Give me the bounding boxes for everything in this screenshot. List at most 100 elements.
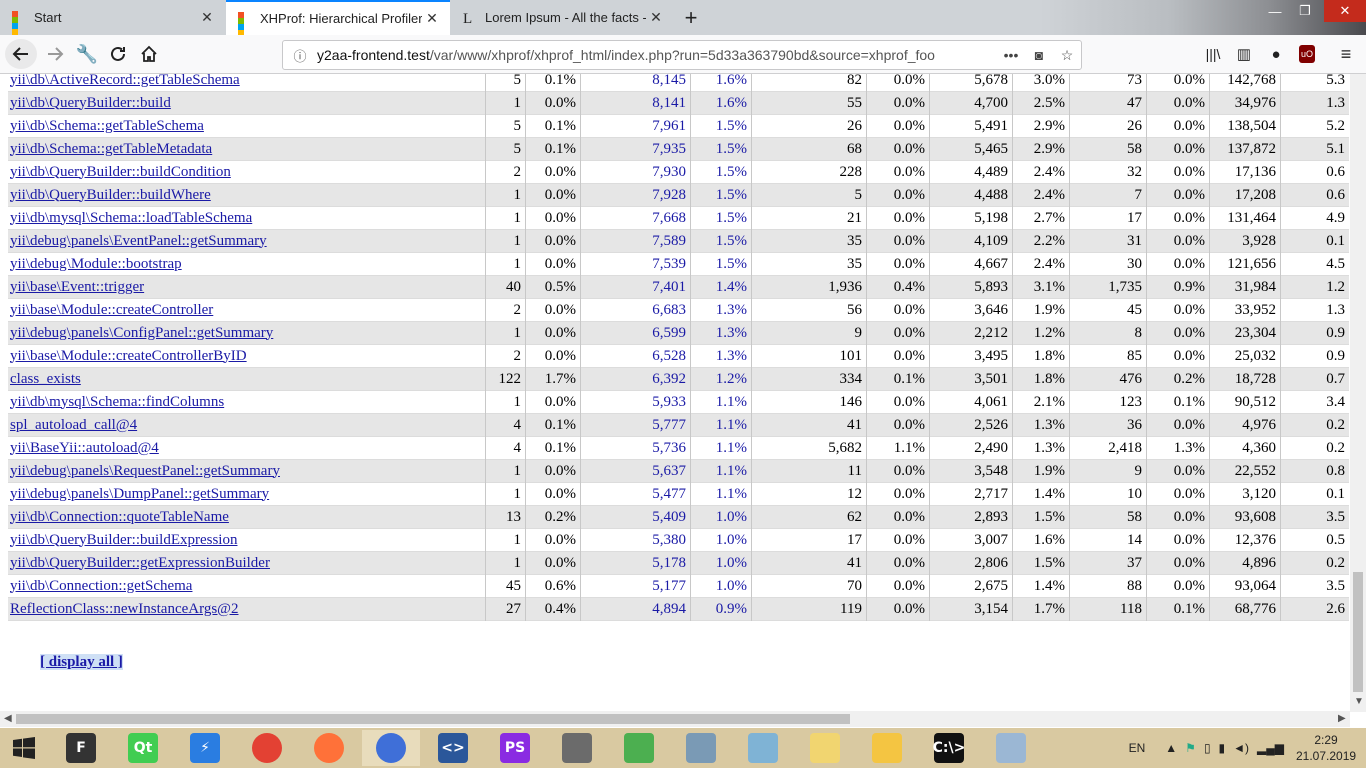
language-indicator[interactable]: EN xyxy=(1129,741,1146,755)
function-link[interactable]: yii\db\QueryBuilder::getExpressionBuilde… xyxy=(10,555,270,571)
close-tab-icon[interactable]: ✕ xyxy=(646,9,666,26)
forward-icon[interactable] xyxy=(40,39,70,69)
taskbar-app-bolt[interactable]: ⚡ xyxy=(176,730,234,766)
taskbar-app-start[interactable] xyxy=(0,730,48,766)
taskbar-app-mask[interactable] xyxy=(548,730,606,766)
clock[interactable]: 2:29 21.07.2019 xyxy=(1296,732,1356,764)
function-link[interactable]: spl_autoload_call@4 xyxy=(10,417,137,433)
taskbar-app-monitor[interactable] xyxy=(672,730,730,766)
incl-memuse-cell: 2,526 xyxy=(929,413,1013,437)
info-icon[interactable]: ⓘ xyxy=(287,46,313,65)
incl-peak-memuse-cell: 12,376 xyxy=(1209,528,1281,552)
vertical-scroll-thumb[interactable] xyxy=(1353,572,1363,692)
taskbar-app-phpstorm[interactable]: PS xyxy=(486,730,544,766)
function-link[interactable]: yii\db\Schema::getTableMetadata xyxy=(10,141,212,157)
show-hidden-icons-icon[interactable]: ▲ xyxy=(1165,741,1177,755)
excl-memuse-cell: 7 xyxy=(1069,183,1147,207)
new-tab-button[interactable]: + xyxy=(676,0,706,35)
close-tab-icon[interactable]: ✕ xyxy=(197,9,217,26)
tab-lorem-ipsum[interactable]: L Lorem Ipsum - All the facts - Li ✕ xyxy=(451,0,674,35)
function-link[interactable]: yii\debug\panels\DumpPanel::getSummary xyxy=(10,486,269,502)
taskbar-app-firefox-dev[interactable] xyxy=(362,730,420,766)
taskbar-app-sticky[interactable] xyxy=(796,730,854,766)
function-link[interactable]: yii\debug\panels\RequestPanel::getSummar… xyxy=(10,463,280,479)
maximize-icon[interactable]: ❐ xyxy=(1290,0,1320,22)
home-icon[interactable] xyxy=(134,39,164,69)
function-link[interactable]: yii\BaseYii::autoload@4 xyxy=(10,440,159,456)
excl-wall-pct-cell: 0.0% xyxy=(866,114,930,138)
display-all-link[interactable]: [ display all ] xyxy=(40,654,123,671)
excl-wall-time-cell: 68 xyxy=(751,137,867,161)
calls-pct-cell: 0.6% xyxy=(525,574,581,598)
function-link[interactable]: yii\db\QueryBuilder::buildExpression xyxy=(10,532,237,548)
function-link[interactable]: yii\db\Schema::getTableSchema xyxy=(10,118,204,134)
page-actions-icon[interactable]: ••• xyxy=(997,47,1025,63)
calls-cell: 1 xyxy=(485,459,526,483)
taskbar-app-code[interactable]: <> xyxy=(424,730,482,766)
close-window-icon[interactable]: ✕ xyxy=(1324,0,1366,22)
taskbar-app-qt[interactable]: Qt xyxy=(114,730,172,766)
excl-memuse-pct-cell: 0.0% xyxy=(1146,505,1210,529)
function-link[interactable]: yii\db\QueryBuilder::build xyxy=(10,95,171,111)
close-tab-icon[interactable]: ✕ xyxy=(422,10,442,27)
network-icon[interactable]: ▯ xyxy=(1204,741,1211,755)
taskbar-app-chrome[interactable] xyxy=(238,730,296,766)
function-link[interactable]: yii\base\Module::createControllerByID xyxy=(10,348,247,364)
reload-icon[interactable] xyxy=(103,39,133,69)
incl-wall-pct-cell: 1.0% xyxy=(690,505,752,529)
incl-peak-memuse-pct-cell: 0.2 xyxy=(1326,439,1345,456)
function-link[interactable]: yii\debug\panels\ConfigPanel::getSummary xyxy=(10,325,273,341)
scroll-down-icon[interactable]: ▼ xyxy=(1354,696,1364,707)
scroll-right-icon[interactable]: ▶ xyxy=(1338,713,1346,724)
excl-memuse-pct-cell: 0.1% xyxy=(1146,390,1210,414)
incl-wall-pct-cell: 1.3% xyxy=(690,321,752,345)
signal-icon[interactable]: ▂▄▆ xyxy=(1257,741,1284,755)
excl-wall-pct-cell: 0.0% xyxy=(866,74,930,92)
taskbar-app-notepad[interactable] xyxy=(734,730,792,766)
account-icon[interactable]: ● xyxy=(1261,39,1291,69)
function-link[interactable]: yii\db\mysql\Schema::loadTableSchema xyxy=(10,210,252,226)
pocket-icon[interactable]: ◙ xyxy=(1025,47,1053,63)
bookmark-star-icon[interactable]: ☆ xyxy=(1053,47,1081,64)
taskbar-app-firefox[interactable] xyxy=(300,730,358,766)
function-link[interactable]: yii\debug\Module::bootstrap xyxy=(10,256,182,272)
volume-icon[interactable]: ◄) xyxy=(1233,741,1249,755)
function-link[interactable]: yii\base\Module::createController xyxy=(10,302,213,318)
security-icon[interactable]: ⚑ xyxy=(1185,741,1196,755)
url-text[interactable]: y2aa-frontend.test/var/www/xhprof/xhprof… xyxy=(317,47,997,63)
sidebar-icon[interactable]: ▥ xyxy=(1229,39,1259,69)
excl-wall-pct-cell: 0.0% xyxy=(866,459,930,483)
horizontal-scrollbar[interactable]: ◀ ▶ xyxy=(0,711,1350,727)
function-link[interactable]: yii\base\Event::trigger xyxy=(10,279,144,295)
back-icon[interactable] xyxy=(5,39,37,69)
ublock-icon[interactable]: uO xyxy=(1292,39,1322,69)
function-link[interactable]: yii\db\QueryBuilder::buildWhere xyxy=(10,187,211,203)
library-icon[interactable]: |||\ xyxy=(1198,39,1228,69)
horizontal-scroll-thumb[interactable] xyxy=(16,714,850,724)
scroll-left-icon[interactable]: ◀ xyxy=(4,713,12,724)
minimize-icon[interactable]: — xyxy=(1260,0,1290,22)
tab-xhprof[interactable]: XHProf: Hierarchical Profiler Re ✕ xyxy=(226,0,450,35)
excl-wall-time-cell: 56 xyxy=(751,298,867,322)
calls-cell: 1 xyxy=(485,390,526,414)
url-bar[interactable]: ⓘ y2aa-frontend.test/var/www/xhprof/xhpr… xyxy=(282,40,1082,70)
wrench-icon[interactable]: 🔧 xyxy=(72,39,102,69)
taskbar-app-app-f[interactable]: F xyxy=(52,730,110,766)
function-link[interactable]: class_exists xyxy=(10,371,81,387)
function-link[interactable]: yii\db\mysql\Schema::findColumns xyxy=(10,394,224,410)
function-link[interactable]: ReflectionClass::newInstanceArgs@2 xyxy=(10,601,239,617)
function-link[interactable]: yii\db\Connection::getSchema xyxy=(10,578,192,594)
menu-icon[interactable]: ≡ xyxy=(1331,39,1361,69)
function-link[interactable]: yii\debug\panels\EventPanel::getSummary xyxy=(10,233,267,249)
taskbar-app-editor[interactable] xyxy=(610,730,668,766)
taskbar-app-paint[interactable] xyxy=(982,730,1040,766)
vertical-scrollbar[interactable]: ▼ xyxy=(1350,74,1366,712)
function-link[interactable]: yii\db\Connection::quoteTableName xyxy=(10,509,229,525)
taskbar-app-terminal[interactable]: C:\> xyxy=(920,730,978,766)
battery-icon[interactable]: ▮ xyxy=(1219,741,1226,755)
incl-wall-time-cell: 5,409 xyxy=(580,505,691,529)
function-link[interactable]: yii\db\ActiveRecord::getTableSchema xyxy=(10,74,240,88)
function-link[interactable]: yii\db\QueryBuilder::buildCondition xyxy=(10,164,231,180)
tab-start[interactable]: Start ✕ xyxy=(0,0,225,35)
taskbar-app-explorer[interactable] xyxy=(858,730,916,766)
